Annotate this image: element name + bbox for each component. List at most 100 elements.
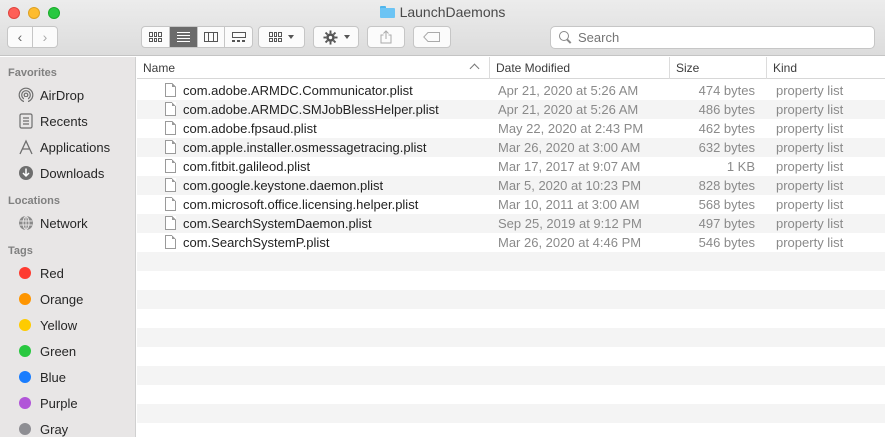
file-kind: property list [776, 83, 844, 98]
table-row[interactable]: com.SearchSystemP.plist Mar 26, 2020 at 4… [137, 233, 885, 252]
table-row[interactable]: com.adobe.ARMDC.Communicator.plist Apr 21… [137, 81, 885, 100]
file-size: 497 bytes [698, 216, 755, 231]
sidebar-heading-locations: Locations [8, 195, 60, 207]
document-icon [165, 197, 176, 211]
list-view-button[interactable] [168, 27, 197, 47]
sidebar-item-label: Recents [40, 113, 88, 129]
empty-row [137, 328, 885, 347]
column-header-name[interactable]: Name [137, 57, 489, 79]
chevron-down-icon [288, 35, 294, 39]
file-kind: property list [776, 121, 844, 136]
tag-color-dot [19, 371, 31, 383]
chevron-left-icon: ‹ [17, 29, 23, 45]
column-header-label: Name [143, 61, 176, 75]
tag-color-dot [19, 397, 31, 409]
file-size: 1 KB [726, 159, 755, 174]
file-date-modified: Apr 21, 2020 at 5:26 AM [498, 83, 639, 98]
sidebar-item-tag-purple[interactable]: Purple [0, 390, 135, 416]
column-header-size[interactable]: Size [669, 57, 766, 79]
file-date-modified: Mar 10, 2011 at 3:00 AM [498, 197, 640, 212]
sidebar-item-label: Network [40, 215, 88, 231]
sidebar-item-tag-orange[interactable]: Orange [0, 286, 135, 312]
empty-row [137, 423, 885, 437]
file-kind: property list [776, 197, 844, 212]
action-button[interactable] [313, 26, 359, 48]
sidebar-item-label: Green [40, 343, 77, 359]
chevron-down-icon [343, 35, 350, 39]
file-name: com.microsoft.office.licensing.helper.pl… [183, 197, 419, 212]
sidebar-item-tag-green[interactable]: Green [0, 338, 135, 364]
file-size: 568 bytes [698, 197, 755, 212]
table-row[interactable]: com.adobe.ARMDC.SMJobBlessHelper.plist Ap… [137, 100, 885, 119]
icon-view-button[interactable] [142, 27, 169, 47]
sidebar-item-tag-red[interactable]: Red [0, 260, 135, 286]
applications-icon [17, 139, 34, 156]
sidebar-item-downloads[interactable]: Downloads [0, 160, 135, 186]
gallery-view-icon [231, 32, 246, 42]
table-row[interactable]: com.google.keystone.daemon.plist Mar 5, 2… [137, 176, 885, 195]
table-row[interactable]: com.adobe.fpsaud.plist May 22, 2020 at 2:… [137, 119, 885, 138]
sidebar-item-tag-blue[interactable]: Blue [0, 364, 135, 390]
column-view-button[interactable] [196, 27, 225, 47]
list-view-icon [176, 32, 190, 42]
file-date-modified: Sep 25, 2019 at 9:12 PM [498, 216, 642, 231]
empty-row [137, 385, 885, 404]
file-size: 546 bytes [698, 235, 755, 250]
sidebar-item-label: Downloads [40, 165, 105, 181]
file-name: com.adobe.fpsaud.plist [183, 121, 317, 136]
sidebar-item-network[interactable]: Network [0, 210, 135, 236]
file-kind: property list [776, 178, 844, 193]
document-icon [165, 83, 176, 97]
sidebar: Favorites AirDrop Recents Applications D… [0, 57, 136, 437]
group-by-button[interactable] [258, 26, 305, 48]
column-header-date[interactable]: Date Modified [489, 57, 669, 79]
file-kind: property list [776, 235, 844, 250]
column-header-kind[interactable]: Kind [766, 57, 885, 79]
sidebar-item-tag-gray[interactable]: Gray [0, 416, 135, 437]
file-date-modified: May 22, 2020 at 2:43 PM [498, 121, 644, 136]
chevron-right-icon: › [42, 29, 48, 45]
tag-button[interactable] [413, 26, 451, 48]
document-icon [165, 140, 176, 154]
sidebar-item-recents[interactable]: Recents [0, 108, 135, 134]
file-date-modified: Apr 21, 2020 at 5:26 AM [498, 102, 639, 117]
table-row[interactable]: com.apple.installer.osmessagetracing.pli… [137, 138, 885, 157]
empty-row [137, 347, 885, 366]
forward-button[interactable]: › [32, 27, 57, 47]
document-icon [165, 159, 176, 173]
search-field[interactable] [550, 26, 875, 49]
sidebar-heading-favorites: Favorites [8, 67, 57, 79]
sidebar-item-label: AirDrop [40, 87, 85, 103]
empty-row [137, 290, 885, 309]
sidebar-item-applications[interactable]: Applications [0, 134, 135, 160]
sidebar-item-label: Orange [40, 291, 84, 307]
column-header-label: Date Modified [496, 61, 571, 75]
file-kind: property list [776, 159, 844, 174]
tag-color-dot [19, 345, 31, 357]
file-size: 474 bytes [698, 83, 755, 98]
table-row[interactable]: com.fitbit.galileod.plist Mar 17, 2017 at… [137, 157, 885, 176]
file-name: com.apple.installer.osmessagetracing.pli… [183, 140, 427, 155]
file-date-modified: Mar 26, 2020 at 3:00 AM [498, 140, 641, 155]
search-input[interactable] [578, 30, 858, 45]
file-name: com.SearchSystemP.plist [183, 235, 330, 250]
file-name: com.fitbit.galileod.plist [183, 159, 311, 174]
table-row[interactable]: com.microsoft.office.licensing.helper.pl… [137, 195, 885, 214]
empty-row [137, 309, 885, 328]
folder-icon [379, 6, 395, 18]
sidebar-item-tag-yellow[interactable]: Yellow [0, 312, 135, 338]
sidebar-item-label: Gray [40, 421, 69, 437]
document-icon [165, 102, 176, 116]
file-name: com.adobe.ARMDC.SMJobBlessHelper.plist [183, 102, 439, 117]
sidebar-item-airdrop[interactable]: AirDrop [0, 82, 135, 108]
empty-row [137, 271, 885, 290]
table-row[interactable]: com.SearchSystemDaemon.plist Sep 25, 2019… [137, 214, 885, 233]
file-size: 462 bytes [698, 121, 755, 136]
window-title: LaunchDaemons [0, 4, 885, 22]
column-header-label: Size [676, 61, 700, 75]
share-button[interactable] [367, 26, 405, 48]
back-button[interactable]: ‹ [8, 27, 32, 47]
file-rows: com.adobe.ARMDC.Communicator.plist Apr 21… [137, 81, 885, 437]
gallery-view-button[interactable] [224, 27, 252, 47]
column-header-label: Kind [773, 61, 798, 75]
